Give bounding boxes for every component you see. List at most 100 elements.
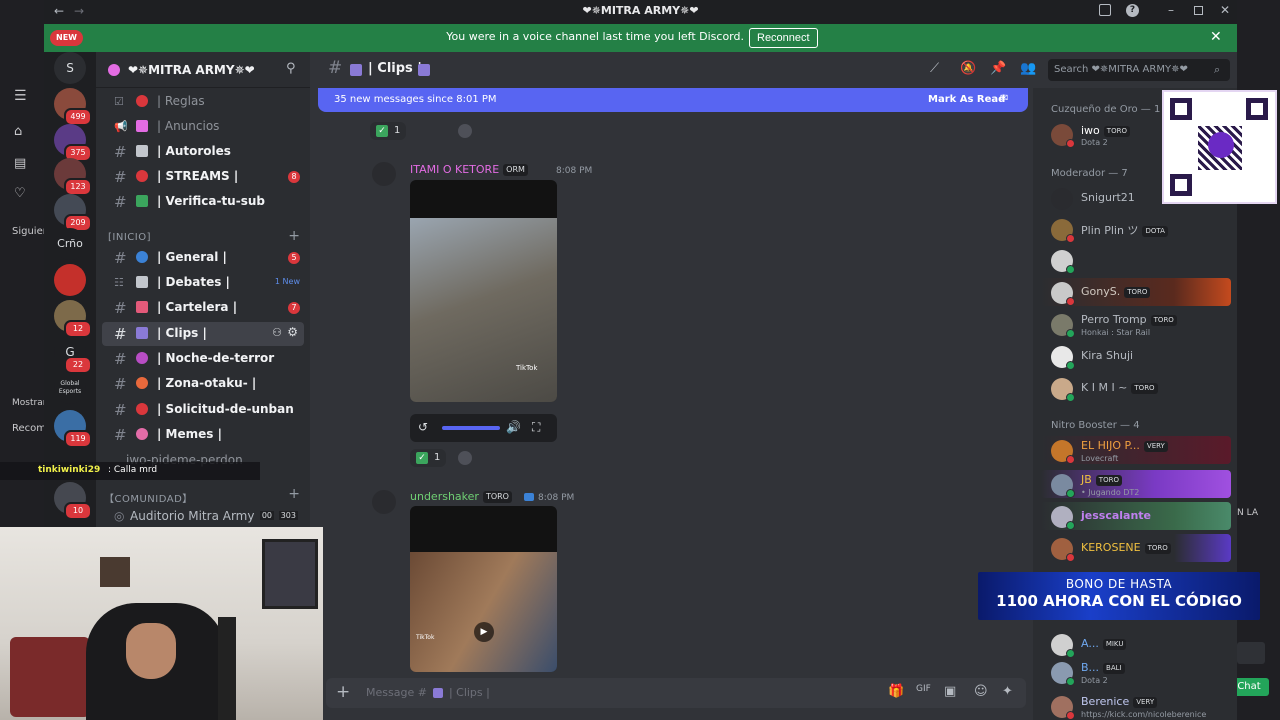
member-item[interactable]: Plin Plin ツ DOTA <box>1041 215 1231 243</box>
video-embed[interactable]: TikTok <box>410 180 557 402</box>
channel-memes[interactable]: # | Memes | <box>102 423 304 447</box>
reaction-check[interactable]: ✓ 1 <box>410 449 447 467</box>
channel-noche-de-terror[interactable]: # | Noche-de-terror <box>102 347 304 371</box>
server-icon-4[interactable]: 209 <box>54 194 92 232</box>
mark-as-read-button[interactable]: Mark As Read <box>928 94 1005 105</box>
channel-verifica[interactable]: # | Verifica-tu-sub <box>102 190 304 214</box>
member-item[interactable] <box>1041 246 1231 274</box>
members-icon[interactable]: 👥 <box>1020 61 1036 76</box>
channel-autoroles[interactable]: # | Autoroles <box>102 140 304 164</box>
help-icon[interactable]: ? <box>1126 4 1139 17</box>
member-item[interactable]: K I M I ~ TORO <box>1041 374 1231 402</box>
channel-clips[interactable]: # | Clips | ⚇ ⚙ <box>102 322 304 346</box>
server-s[interactable]: S <box>54 52 86 84</box>
inbox-icon[interactable] <box>1099 4 1111 16</box>
browse-icon[interactable]: ▤ <box>14 156 26 171</box>
replay-icon[interactable]: ↺ <box>418 420 428 434</box>
add-reaction-icon[interactable] <box>458 451 472 465</box>
add-channel-icon[interactable]: + <box>288 228 300 244</box>
name-text: KEROSENE <box>1081 541 1141 554</box>
red-circle-icon <box>136 170 148 182</box>
member-item[interactable]: Perro Tromp TORO Honkai : Star Rail <box>1041 310 1231 338</box>
ramen-emoji-icon <box>136 377 148 389</box>
member-item[interactable]: Berenice VERY https://kick.com/nicoleberen… <box>1041 692 1231 720</box>
menu-icon[interactable]: ☰ <box>14 88 27 104</box>
prohibited-icon <box>136 403 148 415</box>
heart-icon[interactable]: ♡ <box>14 186 26 201</box>
avatar[interactable] <box>372 162 396 186</box>
server-icon-5[interactable] <box>54 264 86 296</box>
streamer-face <box>126 623 176 679</box>
member-item[interactable]: B... BALI Dota 2 <box>1041 658 1231 686</box>
channel-anuncios[interactable]: 📢 | Anuncios <box>102 115 304 139</box>
add-channel-icon[interactable]: + <box>288 486 300 502</box>
add-user-icon[interactable]: ⚲ <box>286 61 296 76</box>
sticker-icon[interactable]: ▣ <box>944 684 956 699</box>
add-reaction-icon[interactable] <box>458 124 472 138</box>
hash-icon: # <box>114 350 127 368</box>
channel-debates[interactable]: ☷ | Debates | 1 New <box>102 271 304 295</box>
server-icon-2[interactable]: 375 <box>54 124 92 162</box>
chevron-down-icon[interactable]: ⌄ <box>246 62 254 73</box>
server-icon-1[interactable]: 499 <box>54 88 92 126</box>
add-attachment-icon[interactable]: + <box>336 682 350 702</box>
member-item[interactable]: jesscalante <box>1041 502 1231 530</box>
gift-icon[interactable]: 🎁 <box>888 684 904 699</box>
category-comunidad[interactable]: 【COMUNIDAD】 <box>104 490 193 505</box>
member-item[interactable]: GonyS. TORO <box>1041 278 1231 306</box>
server-icon-3[interactable]: 123 <box>54 158 92 196</box>
maximize-icon[interactable] <box>1194 6 1203 15</box>
gear-icon[interactable]: ⚙ <box>287 325 298 339</box>
member-item[interactable]: JB TORO • Jugando DT2 <box>1041 470 1231 498</box>
notice-text: You were in a voice channel last time yo… <box>446 30 744 43</box>
close-window-icon[interactable]: ✕ <box>1220 3 1230 17</box>
play-icon[interactable]: ▶ <box>474 622 494 642</box>
member-item[interactable]: A... MIKU <box>1041 630 1231 658</box>
server-g[interactable]: G 22 <box>54 336 92 374</box>
fullscreen-icon[interactable]: ⛶ <box>532 420 540 435</box>
channel-general[interactable]: # | General | 5 <box>102 246 304 270</box>
reaction-check[interactable]: ✓ 1 <box>370 122 407 140</box>
channel-streams[interactable]: # | STREAMS | 8 <box>102 165 304 189</box>
category-inicio[interactable]: [INICIO] <box>108 232 151 243</box>
gif-icon[interactable]: GIF <box>916 684 931 694</box>
server-icon-6[interactable]: 12 <box>54 300 92 338</box>
minimize-icon[interactable]: – <box>1168 3 1174 17</box>
search-input[interactable]: Search ❤✵MITRA ARMY✵❤ <box>1048 59 1230 81</box>
channel-reglas[interactable]: ☑ | Reglas <box>102 90 304 114</box>
channel-cartelera[interactable]: # | Cartelera | 7 <box>102 296 304 320</box>
member-item[interactable]: Kira Shuji <box>1041 342 1231 370</box>
video-progress[interactable] <box>442 426 500 430</box>
member-item[interactable]: EL HIJO P... VERY Lovecraft <box>1041 436 1231 464</box>
server-icon-8[interactable]: 10 <box>54 482 92 520</box>
video-embed[interactable]: ▶ TikTok <box>410 506 557 672</box>
invite-icon[interactable]: ⚇ <box>272 326 282 339</box>
avatar[interactable] <box>372 490 396 514</box>
mark-read-icon: ✉ <box>1000 93 1009 104</box>
close-icon[interactable]: ✕ <box>1210 29 1222 45</box>
mute-bell-icon[interactable]: 🔕 <box>960 61 976 76</box>
threads-icon[interactable]: ⟋ <box>930 61 939 76</box>
server-crno[interactable]: Crño <box>54 228 86 260</box>
message-author[interactable]: undershaker TORO <box>410 490 534 503</box>
reconnect-button[interactable]: Reconnect <box>749 28 818 48</box>
show-more-label[interactable]: Mostrar <box>12 398 46 408</box>
home-icon[interactable]: ⌂ <box>14 124 22 139</box>
message-author[interactable]: ITAMI O KETORE ORM <box>410 163 528 176</box>
pin-icon[interactable]: 📌 <box>990 61 1006 76</box>
server-global-esports[interactable]: Global Esports <box>54 372 86 404</box>
member-item[interactable]: KEROSENE TORO <box>1041 534 1231 562</box>
emoji-icon[interactable]: ☺ <box>974 684 988 699</box>
server-header[interactable]: ❤✵MITRA ARMY✵❤ ⌄ ⚲ <box>96 52 310 88</box>
voice-channel-auditorio[interactable]: ◎ Auditorio Mitra Army 00 303 <box>102 505 304 529</box>
name-text: iwo <box>1081 124 1100 137</box>
channel-solicitud-de-unban[interactable]: # | Solicitud-de-unban <box>102 398 304 422</box>
stream-chat-icon[interactable] <box>1237 642 1265 664</box>
new-messages-bar[interactable]: 35 new messages since 8:01 PM Mark As Re… <box>318 88 1028 112</box>
volume-icon[interactable]: 🔊 <box>506 420 521 434</box>
server-icon-7[interactable]: 119 <box>54 410 92 448</box>
message-input[interactable]: + Message # | Clips | 🎁 GIF ▣ ☺ ✦ <box>326 678 1026 708</box>
channel-name: | Cartelera | <box>157 300 238 314</box>
apps-icon[interactable]: ✦ <box>1002 684 1013 699</box>
channel-zona-otaku[interactable]: # | Zona-otaku- | <box>102 372 304 396</box>
